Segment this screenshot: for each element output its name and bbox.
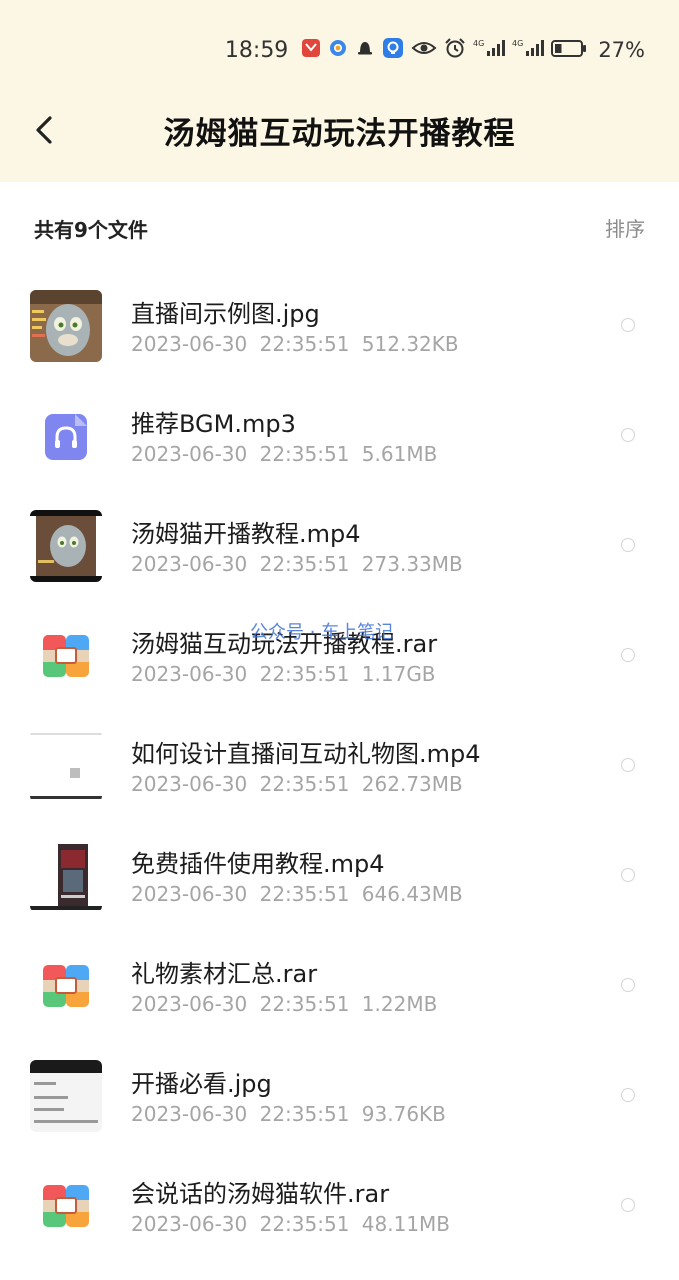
sort-button[interactable]: 排序: [605, 213, 645, 242]
select-radio[interactable]: [621, 978, 635, 992]
select-radio[interactable]: [621, 868, 635, 882]
battery-icon: [551, 38, 587, 62]
status-bar: 18:59 4G 4G 27%: [225, 30, 645, 70]
file-name: 礼物素材汇总.rar: [131, 960, 318, 988]
file-meta: 2023-06-30 22:35:51 273.33MB: [131, 552, 463, 576]
file-list: 直播间示例图.jpg 2023-06-30 22:35:51 512.32KB …: [0, 272, 679, 1262]
list-item[interactable]: 免费插件使用教程.mp4 2023-06-30 22:35:51 646.43M…: [0, 822, 679, 932]
file-count: 共有9个文件: [34, 218, 148, 242]
list-item[interactable]: 开播必看.jpg 2023-06-30 22:35:51 93.76KB: [0, 1042, 679, 1152]
eye-icon: [411, 38, 437, 62]
file-name: 如何设计直播间互动礼物图.mp4: [131, 740, 481, 768]
select-radio[interactable]: [621, 1198, 635, 1212]
alarm-icon: [444, 37, 466, 63]
list-item[interactable]: 会说话的汤姆猫软件.rar 2023-06-30 22:35:51 48.11M…: [0, 1152, 679, 1262]
status-time: 18:59: [224, 37, 289, 63]
image-thumbnail: [30, 1060, 102, 1132]
list-item[interactable]: 推荐BGM.mp3 2023-06-30 22:35:51 5.61MB: [0, 382, 679, 492]
app-blue-icon: [382, 37, 404, 63]
watermark-text: 公众号 · 车上笔记: [250, 622, 394, 643]
list-item[interactable]: 汤姆猫开播教程.mp4 2023-06-30 22:35:51 273.33MB: [0, 492, 679, 602]
qq-bell-icon: [355, 38, 375, 62]
signal-4g-icon: 4G: [512, 38, 545, 62]
file-meta: 2023-06-30 22:35:51 646.43MB: [131, 882, 463, 906]
file-name: 会说话的汤姆猫软件.rar: [131, 1180, 390, 1208]
signal-4g-icon: 4G: [473, 38, 506, 62]
file-name: 免费插件使用教程.mp4: [131, 850, 385, 878]
file-meta: 2023-06-30 22:35:51 48.11MB: [131, 1212, 451, 1236]
file-meta: 2023-06-30 22:35:51 5.61MB: [131, 442, 438, 466]
page-title: 汤姆猫互动玩法开播教程: [163, 116, 516, 152]
audio-file-icon: [30, 400, 102, 472]
image-thumbnail: [30, 290, 102, 362]
file-meta: 2023-06-30 22:35:51 262.73MB: [131, 772, 463, 796]
select-radio[interactable]: [621, 648, 635, 662]
select-radio[interactable]: [621, 758, 635, 772]
file-name: 开播必看.jpg: [131, 1070, 272, 1098]
list-item[interactable]: 如何设计直播间互动礼物图.mp4 2023-06-30 22:35:51 262…: [0, 712, 679, 822]
select-radio[interactable]: [621, 1088, 635, 1102]
file-meta: 2023-06-30 22:35:51 1.22MB: [131, 992, 438, 1016]
archive-file-icon: [30, 620, 102, 692]
file-list-toolbar: 共有9个文件 排序: [34, 210, 645, 246]
list-item[interactable]: 直播间示例图.jpg 2023-06-30 22:35:51 512.32KB: [0, 272, 679, 382]
archive-file-icon: [30, 950, 102, 1022]
select-radio[interactable]: [621, 428, 635, 442]
video-thumbnail: [30, 840, 102, 912]
select-radio[interactable]: [621, 538, 635, 552]
file-name: 推荐BGM.mp3: [131, 410, 296, 438]
battery-percent: 27%: [598, 38, 645, 62]
video-thumbnail: [30, 730, 102, 802]
file-meta: 2023-06-30 22:35:51 512.32KB: [131, 332, 459, 356]
top-header: 18:59 4G 4G 27% 汤姆猫互动玩法开播教程: [0, 0, 679, 182]
select-radio[interactable]: [621, 318, 635, 332]
file-name: 直播间示例图.jpg: [131, 300, 320, 328]
archive-file-icon: [30, 1170, 102, 1242]
file-meta: 2023-06-30 22:35:51 1.17GB: [131, 662, 436, 686]
list-item[interactable]: 礼物素材汇总.rar 2023-06-30 22:35:51 1.22MB: [0, 932, 679, 1042]
svg-text:4G: 4G: [512, 39, 523, 48]
video-thumbnail: [30, 510, 102, 582]
file-name: 汤姆猫开播教程.mp4: [131, 520, 361, 548]
app-red-icon: [301, 38, 321, 62]
browser-blue-icon: [328, 38, 348, 62]
file-meta: 2023-06-30 22:35:51 93.76KB: [131, 1102, 446, 1126]
svg-text:4G: 4G: [473, 39, 484, 48]
